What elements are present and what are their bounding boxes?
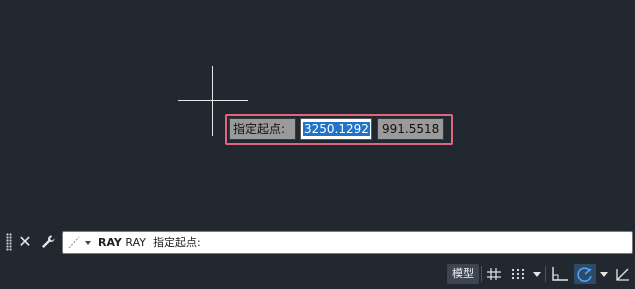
command-history: RAY 指定起点: — [125, 236, 201, 249]
dynamic-input-prompt: 指定起点: — [229, 118, 296, 140]
snap-icon[interactable] — [509, 264, 527, 284]
close-icon[interactable]: ✕ — [16, 232, 34, 252]
snap-dropdown-icon[interactable] — [531, 264, 543, 284]
wrench-icon[interactable] — [38, 232, 58, 252]
command-line-text: RAY RAY 指定起点: — [98, 232, 201, 253]
status-separator — [481, 266, 482, 282]
y-coordinate-input[interactable]: 991.5518 — [377, 118, 444, 140]
grid-icon[interactable] — [485, 264, 503, 284]
command-name: RAY — [98, 236, 122, 249]
crosshair-vertical — [212, 66, 213, 136]
polar-dropdown-icon[interactable] — [598, 264, 610, 284]
isodraft-icon[interactable] — [614, 264, 632, 284]
ortho-icon[interactable] — [549, 264, 571, 284]
recent-commands-icon[interactable] — [65, 234, 95, 251]
polar-tracking-icon[interactable] — [574, 264, 596, 284]
status-separator — [545, 266, 546, 282]
command-line-input[interactable]: RAY RAY 指定起点: — [62, 231, 633, 254]
command-line-grip[interactable] — [6, 233, 12, 251]
x-coordinate-input[interactable]: 3250.1292 — [300, 118, 372, 140]
x-coordinate-value: 3250.1292 — [303, 122, 370, 136]
model-space-button[interactable]: 模型 — [447, 264, 479, 284]
crosshair-horizontal — [178, 100, 248, 101]
